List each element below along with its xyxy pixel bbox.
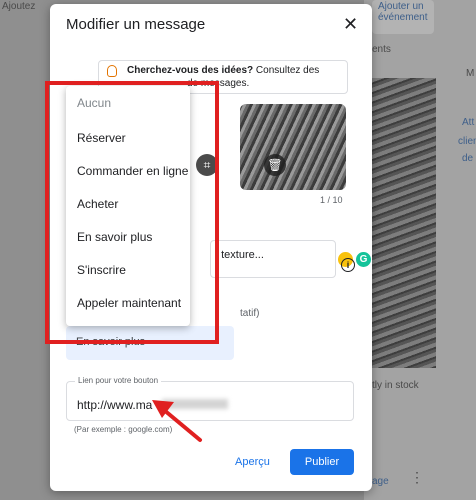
- background-link: Ajouter un: [378, 1, 424, 12]
- button-link-label: Lien pour votre bouton: [75, 376, 162, 385]
- background-text: M: [466, 68, 475, 79]
- delete-icon[interactable]: 🗑: [264, 154, 286, 176]
- button-link-value: http://www.ma: [77, 398, 153, 412]
- background-text: tly in stock: [372, 380, 419, 391]
- background-text: clien: [458, 136, 476, 147]
- tip-text: Consultez des: [253, 65, 320, 76]
- tip-bold-text: Cherchez-vous des idées?: [127, 65, 254, 76]
- blurred-url: [162, 399, 228, 409]
- grammarly-icon[interactable]: G: [356, 252, 371, 267]
- publish-button[interactable]: Publier: [290, 449, 354, 475]
- background-text: de: [462, 153, 474, 164]
- more-icon: ⋮: [410, 469, 424, 485]
- close-icon[interactable]: ✕: [343, 14, 358, 35]
- info-icon[interactable]: i: [341, 258, 355, 272]
- background-link-line2: événement: [378, 12, 428, 23]
- link-hint: (Par exemple : google.com): [74, 425, 173, 434]
- background-text: Att: [462, 117, 475, 128]
- preview-button[interactable]: Aperçu: [235, 456, 270, 468]
- description-textarea[interactable]: t texture...: [210, 240, 336, 278]
- annotation-highlight-box: [45, 81, 219, 344]
- optional-label: tatif): [240, 308, 260, 319]
- post-photo: [240, 104, 346, 190]
- background-link: age: [372, 476, 389, 487]
- lightbulb-icon: [107, 65, 117, 77]
- background-text: ents: [372, 44, 391, 55]
- background-text: Ajoutez: [2, 1, 36, 12]
- photo-counter: 1 / 10: [320, 195, 343, 205]
- description-text: t texture...: [215, 249, 264, 261]
- button-link-field[interactable]: Lien pour votre bouton http://www.ma: [66, 376, 354, 421]
- background-photo: [364, 78, 436, 368]
- dialog-title: Modifier un message: [66, 16, 206, 33]
